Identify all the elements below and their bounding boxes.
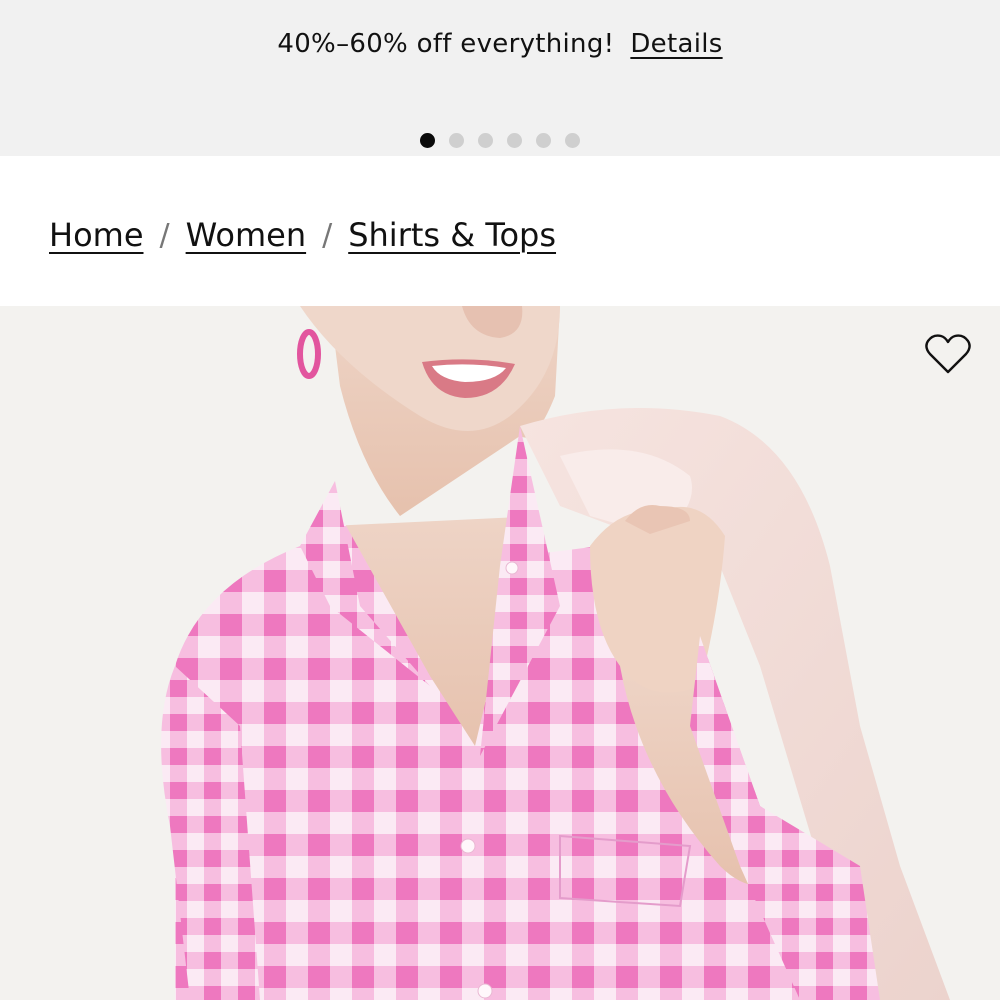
carousel-pagination xyxy=(0,133,1000,149)
carousel-dot-6[interactable] xyxy=(565,133,580,148)
promo-message-row: 40%–60% off everything! Details xyxy=(0,24,1000,64)
product-photo xyxy=(0,306,1000,1000)
breadcrumb: Home / Women / Shirts & Tops xyxy=(49,210,556,260)
carousel-dot-4[interactable] xyxy=(507,133,522,148)
wishlist-button[interactable] xyxy=(922,330,974,378)
shirt-button xyxy=(477,983,493,999)
promo-message: 40%–60% off everything! xyxy=(277,29,615,59)
promo-details-link[interactable]: Details xyxy=(630,29,722,59)
carousel-dot-1[interactable] xyxy=(420,133,435,148)
carousel-dot-3[interactable] xyxy=(478,133,493,148)
promo-banner: 40%–60% off everything! Details xyxy=(0,0,1000,156)
carousel-dot-2[interactable] xyxy=(449,133,464,148)
carousel-dot-5[interactable] xyxy=(536,133,551,148)
product-image[interactable] xyxy=(0,306,1000,1000)
breadcrumb-shirts-tops[interactable]: Shirts & Tops xyxy=(348,216,556,254)
heart-outline-icon xyxy=(925,334,971,374)
shirt-button xyxy=(460,838,476,854)
shirt-button xyxy=(505,561,519,575)
breadcrumb-home[interactable]: Home xyxy=(49,216,144,254)
breadcrumb-separator: / xyxy=(322,217,333,253)
breadcrumb-women[interactable]: Women xyxy=(186,216,306,254)
breadcrumb-separator: / xyxy=(159,217,170,253)
